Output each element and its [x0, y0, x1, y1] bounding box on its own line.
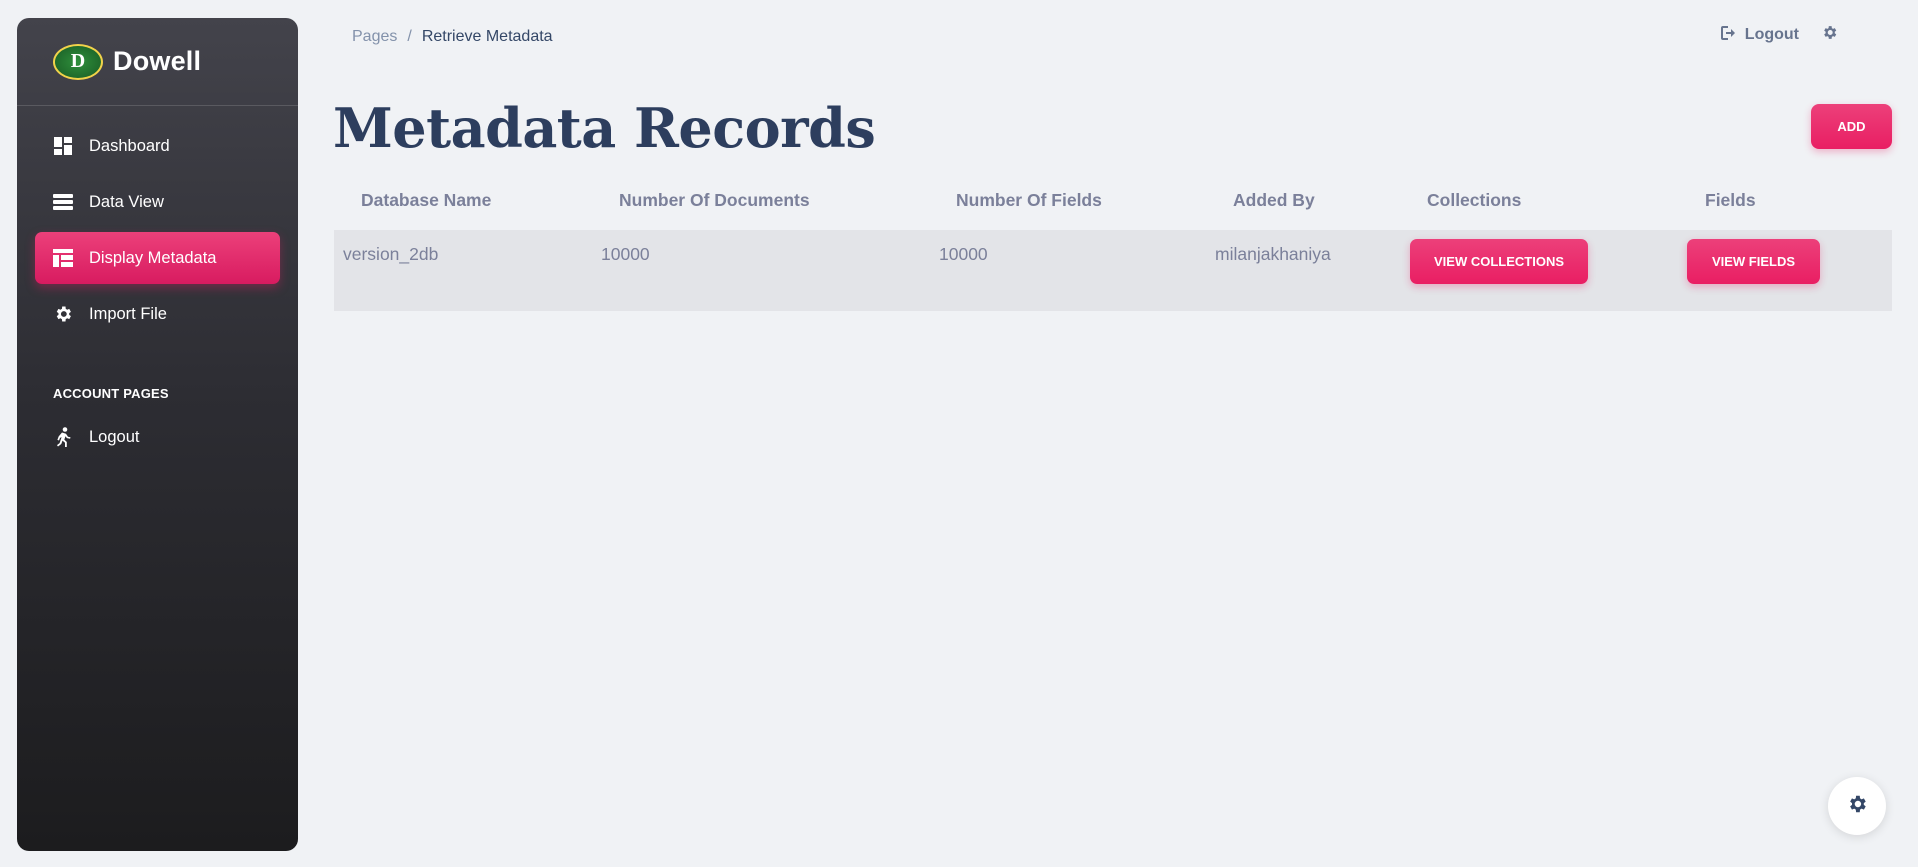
column-header-database-name: Database Name [361, 190, 492, 210]
sidebar-item-label: Import File [89, 304, 167, 323]
dashboard-icon [53, 136, 73, 156]
sidebar-item-label: Dashboard [89, 136, 170, 155]
column-header-added-by: Added By [1233, 190, 1315, 210]
sidebar-nav: Dashboard Data View Display Metadata Imp… [17, 106, 298, 340]
cell-added-by: milanjakhaniya [1215, 244, 1331, 264]
table-icon [53, 248, 73, 268]
sidebar-item-label: Display Metadata [89, 248, 217, 267]
sidebar-item-logout[interactable]: Logout [35, 411, 280, 463]
sidebar-item-dashboard[interactable]: Dashboard [35, 120, 280, 172]
column-header-fields: Fields [1705, 190, 1756, 210]
topbar-actions: Logout [1720, 24, 1838, 46]
view-collections-button[interactable]: VIEW COLLECTIONS [1410, 239, 1588, 284]
sidebar-item-data-view[interactable]: Data View [35, 176, 280, 228]
breadcrumb-current: Retrieve Metadata [421, 28, 553, 45]
sidebar-section-title: ACCOUNT PAGES [53, 386, 169, 401]
metadata-table: Database Name Number Of Documents Number… [334, 184, 1892, 311]
list-icon [53, 192, 73, 212]
cell-number-of-documents: 10000 [601, 244, 650, 264]
account-nav: Logout [17, 411, 298, 463]
breadcrumb: Pages / Retrieve Metadata [352, 28, 553, 46]
sidebar-item-label: Logout [89, 427, 140, 446]
running-person-icon [53, 427, 73, 447]
gear-icon [53, 304, 73, 324]
column-header-collections: Collections [1427, 190, 1522, 210]
cell-number-of-fields: 10000 [939, 244, 988, 264]
column-header-number-of-fields: Number Of Fields [956, 190, 1102, 210]
sidebar: D Dowell Dashboard Data View Display Met… [17, 18, 298, 851]
breadcrumb-separator: / [407, 28, 412, 45]
sign-out-icon [1720, 25, 1737, 45]
table-row: version_2db 10000 10000 milanjakhaniya V… [334, 230, 1892, 311]
brand-name: Dowell [113, 46, 202, 76]
sidebar-item-display-metadata[interactable]: Display Metadata [35, 232, 280, 284]
brand[interactable]: D Dowell [17, 18, 298, 106]
column-header-number-of-documents: Number Of Documents [619, 190, 810, 210]
table-header: Database Name Number Of Documents Number… [334, 184, 1892, 230]
add-button[interactable]: ADD [1811, 104, 1892, 149]
floating-settings-button[interactable] [1828, 777, 1886, 835]
settings-gear-icon[interactable] [1821, 24, 1838, 46]
topbar-logout-link[interactable]: Logout [1720, 25, 1799, 45]
dowell-logo: D [53, 43, 103, 80]
topbar-logout-label: Logout [1744, 26, 1799, 43]
cell-database-name: version_2db [343, 244, 439, 264]
sidebar-item-label: Data View [89, 192, 164, 211]
gear-icon [1846, 793, 1868, 820]
view-fields-button[interactable]: VIEW FIELDS [1687, 239, 1820, 284]
sidebar-item-import-file[interactable]: Import File [35, 288, 280, 340]
breadcrumb-root[interactable]: Pages [352, 28, 397, 46]
page-title: Metadata Records [333, 96, 876, 160]
